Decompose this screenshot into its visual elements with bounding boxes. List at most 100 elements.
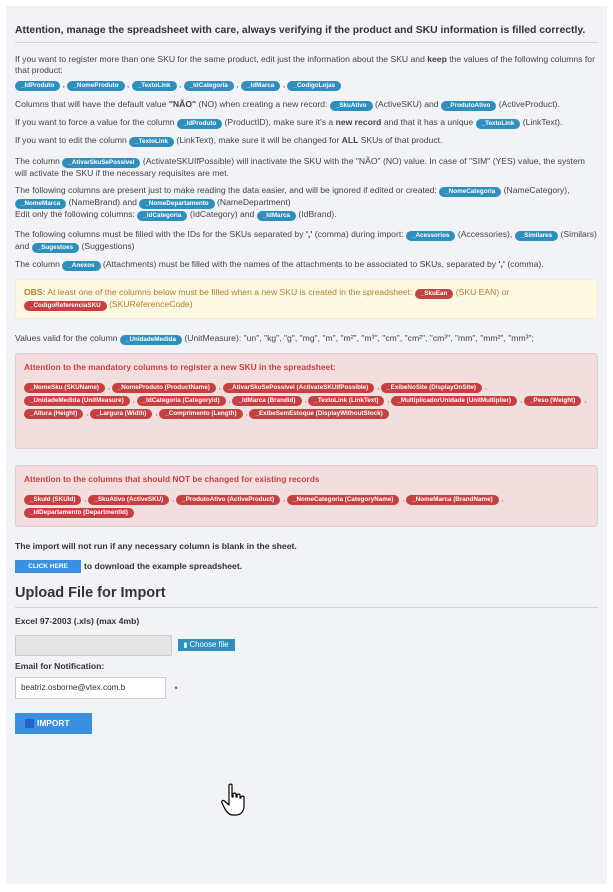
ignored-columns-paragraph: The following columns are present just t… bbox=[15, 185, 598, 209]
column-badge: _Peso (Weight) bbox=[523, 395, 582, 406]
column-badge: _SkuEan bbox=[414, 288, 454, 299]
text: (UnitMeasure): "un", "kg", "g", "mg", "m… bbox=[181, 332, 534, 343]
text: (IdCategory) and bbox=[187, 208, 257, 219]
edit-linktext-paragraph: If you want to edit the column _TextoLin… bbox=[15, 135, 598, 147]
page-title: Attention, manage the spreadsheet with c… bbox=[15, 14, 598, 43]
column-badge: _IdDepartamento (DepartmentId) bbox=[24, 507, 134, 518]
column-badge: _NomeCategoria bbox=[439, 186, 502, 197]
download-example-button[interactable]: CLICK HERE bbox=[15, 559, 81, 573]
column-badge: _IdProduto bbox=[15, 81, 61, 91]
not-changed-alert: Attention to the columns that should NOT… bbox=[15, 464, 598, 527]
column-badge: _Similares bbox=[514, 230, 559, 241]
column-badge: _Sugestoes bbox=[31, 242, 80, 253]
email-label: Email for Notification: bbox=[15, 660, 105, 671]
mandatory-badge-list: _NomeSku (SKUName) , _NomeProduto (Produ… bbox=[24, 381, 589, 420]
download-row: CLICK HERE to download the example sprea… bbox=[15, 559, 598, 573]
text: (Suggestions) bbox=[79, 240, 135, 251]
email-field[interactable] bbox=[15, 676, 166, 699]
not-changed-title: Attention to the columns that should NOT… bbox=[24, 473, 320, 484]
column-badge: _IdCategoria bbox=[137, 210, 188, 221]
column-badge: _Acessorios bbox=[406, 230, 456, 241]
column-badge: _UnidadeMedida bbox=[119, 334, 182, 345]
file-row: ▮ Choose file bbox=[15, 634, 598, 656]
keep-badges: _IdProduto , _NomeProduto , _TextoLink ,… bbox=[15, 79, 598, 91]
text: Columns that will have the default value bbox=[15, 99, 169, 109]
column-badge: _CodigoReferenciaSKU bbox=[24, 300, 107, 311]
text: (NameCategory), bbox=[501, 184, 570, 195]
column-badge: _UnidadeMedida (UnitMeasure) bbox=[24, 395, 130, 406]
column-badge: _AtivarSkuSePossivel bbox=[62, 158, 141, 168]
activate-sku-paragraph: The column _AtivarSkuSePossivel (Activat… bbox=[15, 156, 598, 179]
unit-measure-paragraph: Values valid for the column _UnidadeMedi… bbox=[15, 333, 598, 345]
column-badge: _NomeDepartamento bbox=[139, 198, 215, 209]
column-badge: _SkuAtivo (ActiveSKU) bbox=[88, 494, 170, 505]
column-badge: _SkuAtivo bbox=[329, 101, 373, 111]
text: (comma) during import: bbox=[312, 228, 406, 239]
hand-pointer-cursor-icon bbox=[221, 783, 245, 816]
column-badge: _NomeSku (SKUName) bbox=[24, 382, 105, 393]
choose-file-button[interactable]: ▮ Choose file bbox=[178, 639, 235, 651]
text: (ProductID), make sure it's a bbox=[222, 117, 336, 127]
text: (SKU EAN) or bbox=[453, 286, 510, 297]
column-badge: _TextoLink bbox=[129, 137, 174, 147]
text: The column bbox=[15, 156, 63, 166]
text-bold: "NÃO" bbox=[168, 99, 197, 109]
text-bold: ALL bbox=[341, 135, 359, 145]
column-badge: _ProdutoAtivo bbox=[440, 101, 497, 111]
text-bold: keep bbox=[427, 54, 447, 64]
blank-column-note: The import will not run if any necessary… bbox=[15, 540, 297, 551]
text: At least one of the columns below must b… bbox=[45, 286, 415, 297]
required-mark: • bbox=[174, 682, 178, 693]
email-row: • bbox=[15, 676, 598, 699]
column-badge: _ExibeNoSite (DisplayOnSite) bbox=[381, 382, 483, 393]
text: The column bbox=[15, 258, 63, 269]
column-badge: _TextoLink bbox=[131, 81, 177, 91]
text: (LinkText). bbox=[520, 117, 563, 127]
text: (ActiveProduct). bbox=[496, 99, 560, 109]
import-square-icon bbox=[25, 718, 34, 728]
text-bold: new record bbox=[335, 117, 382, 127]
column-badge: _ExibeSemEstoque (DisplayWithoutStock) bbox=[249, 408, 389, 419]
column-badge: _Comprimento (Length) bbox=[159, 408, 243, 419]
text: Edit only the following columns: bbox=[15, 208, 138, 219]
text: and that it has a unique bbox=[381, 117, 476, 127]
column-badge: _SkuId (SKUId) bbox=[24, 494, 82, 505]
import-label: IMPORT bbox=[37, 718, 70, 728]
file-path-field[interactable] bbox=[15, 634, 172, 656]
column-badge: _Altura (Height) bbox=[24, 408, 84, 419]
text: (ActiveSKU) and bbox=[372, 99, 441, 109]
column-badge: _MultiplicadorUnidade (UnitMultiplier) bbox=[391, 395, 518, 406]
column-badge: _TextoLink bbox=[475, 119, 521, 129]
upload-section-title: Upload File for Import bbox=[15, 585, 598, 608]
column-badge: _IdMarca bbox=[256, 210, 297, 221]
text: The following columns are present just t… bbox=[15, 184, 440, 195]
text: The following columns must be filled wit… bbox=[15, 228, 306, 239]
column-badge: _ProdutoAtivo (ActiveProduct) bbox=[176, 494, 281, 505]
text: (IdBrand). bbox=[296, 208, 337, 219]
column-badge: _IdCategoria (Categoryid) bbox=[136, 395, 226, 406]
column-badge: _IdMarca bbox=[241, 81, 281, 91]
edit-only-paragraph: Edit only the following columns: _IdCate… bbox=[15, 209, 598, 221]
import-page: Attention, manage the spreadsheet with c… bbox=[6, 6, 607, 884]
text: If you want to edit the column bbox=[15, 135, 130, 145]
ids-columns-paragraph: The following columns must be filled wit… bbox=[15, 229, 598, 253]
column-badge: _NomeProduto (ProductName) bbox=[111, 382, 216, 393]
text: If you want to register more than one SK… bbox=[15, 54, 428, 64]
download-text: to download the example spreadsheet. bbox=[84, 561, 243, 571]
text: (NO) when creating a new record: bbox=[196, 99, 330, 109]
mandatory-title: Attention to the mandatory columns to re… bbox=[24, 361, 336, 372]
force-value-paragraph: If you want to force a value for the col… bbox=[15, 117, 598, 129]
column-badge: _IdMarca (Brandid) bbox=[232, 395, 302, 406]
default-no-paragraph: Columns that will have the default value… bbox=[15, 99, 598, 111]
column-badge: _TextoLink (LinkText) bbox=[308, 395, 385, 406]
obs-label: OBS: bbox=[24, 286, 46, 297]
import-button[interactable]: IMPORT bbox=[15, 712, 92, 734]
column-badge: _Anexos bbox=[62, 260, 101, 271]
file-label: Excel 97-2003 (.xls) (max 4mb) bbox=[15, 615, 140, 626]
column-badge: _IdCategoria bbox=[183, 81, 234, 91]
column-badge: _CodigoLojas bbox=[287, 81, 342, 91]
text: (Accessories), bbox=[455, 228, 515, 239]
choose-file-label: Choose file bbox=[189, 640, 229, 649]
keep-values-paragraph: If you want to register more than one SK… bbox=[15, 54, 598, 75]
column-badge: _NomeCategoria (CategoryName) bbox=[286, 494, 400, 505]
